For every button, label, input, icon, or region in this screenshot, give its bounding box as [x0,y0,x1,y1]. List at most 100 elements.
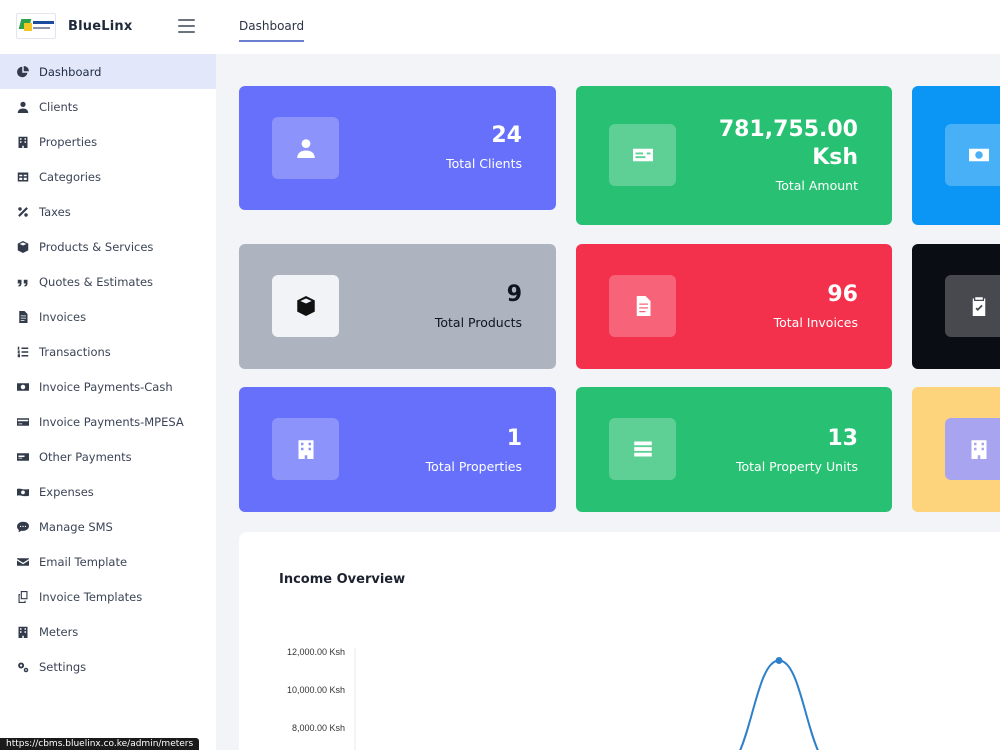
card-total-products[interactable]: 9 Total Products [239,244,556,369]
sidebar-item-label: Dashboard [39,64,102,79]
card-total-clients[interactable]: 24 Total Clients [239,86,556,210]
card-value: 9 [506,282,522,307]
card-value: 24 [491,123,522,148]
sidebar-item-meters[interactable]: Meters [0,614,216,649]
sidebar-item-label: Invoice Templates [39,589,143,604]
sidebar-item-label: Clients [39,99,79,114]
sidebar: Dashboard Clients Properties Categories … [0,54,216,750]
sidebar-item-invoices[interactable]: Invoices [0,299,216,334]
card-label: Total Properties [425,459,522,474]
sidebar-item-label: Settings [39,659,87,674]
percent-icon [16,205,30,219]
card-value: 96 [827,282,858,307]
card-value: 781,755.00 Ksh [719,116,858,172]
card-value: 13 [827,426,858,451]
card-value-amount: 781,755.00 [718,117,858,142]
income-series-line [739,659,819,750]
sidebar-item-invoice-templates[interactable]: Invoice Templates [0,579,216,614]
card-label: Total Clients [446,156,522,171]
sidebar-item-label: Expenses [39,484,94,499]
building-icon [16,135,30,149]
income-chart: 12,000.00 Ksh 10,000.00 Ksh 8,000.00 Ksh [287,647,819,750]
sidebar-item-label: Properties [39,134,98,149]
status-bar-url: https://cbms.bluelinx.co.ke/admin/meters [0,738,200,750]
income-peak-point [775,657,783,664]
card-units[interactable] [912,387,1000,512]
sidebar-item-label: Taxes [39,204,71,219]
sidebar-item-transactions[interactable]: Transactions [0,334,216,369]
sidebar-item-quotes-estimates[interactable]: Quotes & Estimates [0,264,216,299]
card-value: 1 [506,426,522,451]
sidebar-item-products-services[interactable]: Products & Services [0,229,216,264]
y-tick-label: 10,000.00 Ksh [287,685,345,695]
sms-icon [16,520,30,534]
sidebar-item-taxes[interactable]: Taxes [0,194,216,229]
money-bill-icon [945,124,1000,186]
cogs-icon [16,660,30,674]
card-label: Total Invoices [773,315,858,330]
brand-logo [16,13,56,39]
card-total-amount[interactable]: 781,755.00 Ksh Total Amount [576,86,892,225]
file-invoice-icon [16,310,30,324]
menu-toggle-icon[interactable] [178,19,195,34]
sidebar-item-label: Invoice Payments-Cash [39,379,173,394]
building-icon [945,418,1000,480]
y-tick-label: 8,000.00 Ksh [292,723,345,733]
money-bill-wave-icon [16,485,30,499]
sidebar-item-email-template[interactable]: Email Template [0,544,216,579]
sidebar-item-manage-sms[interactable]: Manage SMS [0,509,216,544]
file-invoice-icon [609,275,676,337]
card-clipboard[interactable] [912,244,1000,369]
credit-card-icon [16,415,30,429]
clipboard-check-icon [945,275,1000,337]
card-value-currency: Ksh [812,145,858,170]
box-icon [16,240,30,254]
sidebar-item-invoice-payments-cash[interactable]: Invoice Payments-Cash [0,369,216,404]
pie-chart-icon [16,65,30,79]
list-icon [609,418,676,480]
sidebar-item-properties[interactable]: Properties [0,124,216,159]
card-label: Total Property Units [736,459,858,474]
sidebar-item-label: Categories [39,169,101,184]
top-header: BlueLinx Dashboard [0,0,1000,54]
card-payments[interactable] [912,86,1000,225]
user-icon [272,117,339,179]
income-overview-panel: Income Overview 12,000.00 Ksh 10,000.00 … [239,532,1000,750]
envelope-icon [16,555,30,569]
sidebar-item-label: Invoice Payments-MPESA [39,414,184,429]
sidebar-item-categories[interactable]: Categories [0,159,216,194]
sidebar-item-label: Invoices [39,309,87,324]
money-bill-icon [16,380,30,394]
sidebar-item-label: Manage SMS [39,519,113,534]
sidebar-item-label: Email Template [39,554,128,569]
sidebar-item-expenses[interactable]: Expenses [0,474,216,509]
sidebar-item-invoice-payments-mpesa[interactable]: Invoice Payments-MPESA [0,404,216,439]
money-check-icon [16,450,30,464]
sidebar-item-label: Meters [39,624,79,639]
card-total-property-units[interactable]: 13 Total Property Units [576,387,892,512]
sidebar-item-label: Other Payments [39,449,132,464]
user-icon [16,100,30,114]
card-total-invoices[interactable]: 96 Total Invoices [576,244,892,369]
card-label: Total Amount [775,178,858,193]
sidebar-item-dashboard[interactable]: Dashboard [0,54,216,89]
cube-icon [272,275,339,337]
sidebar-item-label: Products & Services [39,239,154,254]
sidebar-item-settings[interactable]: Settings [0,649,216,684]
brand[interactable]: BlueLinx [16,13,132,39]
brand-name: BlueLinx [68,18,133,34]
building-icon [272,418,339,480]
id-card-icon [609,124,676,186]
sidebar-item-clients[interactable]: Clients [0,89,216,124]
sidebar-item-label: Quotes & Estimates [39,274,154,289]
card-total-properties[interactable]: 1 Total Properties [239,387,556,512]
meter-icon [16,625,30,639]
copy-icon [16,590,30,604]
sidebar-item-other-payments[interactable]: Other Payments [0,439,216,474]
sidebar-item-label: Transactions [39,344,111,359]
quote-icon [16,275,30,289]
y-tick-label: 12,000.00 Ksh [287,647,345,657]
tab-dashboard[interactable]: Dashboard [239,19,305,42]
list-ordered-icon [16,345,30,359]
card-label: Total Products [434,315,522,330]
